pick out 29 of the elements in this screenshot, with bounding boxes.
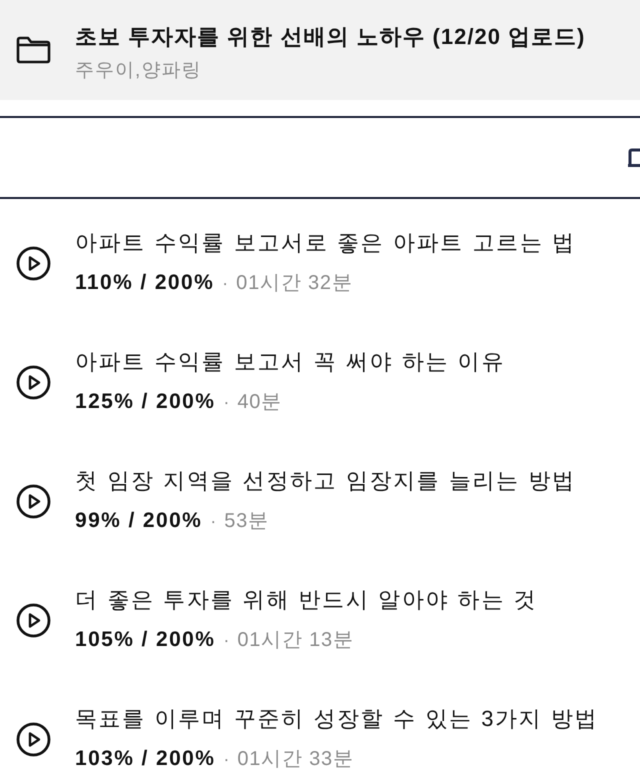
separator-dot: ·: [210, 510, 216, 533]
separator-dot: ·: [222, 272, 228, 295]
lecture-title[interactable]: 첫 임장 지역을 선정하고 임장지를 늘리는 방법: [75, 467, 576, 495]
folder-icon: [16, 36, 51, 64]
separator-dot: ·: [223, 629, 230, 652]
lecture-duration: 01시간 13분: [237, 628, 354, 653]
lecture-duration: 01시간 33분: [237, 747, 354, 772]
play-icon[interactable]: [16, 364, 51, 400]
folder-authors: 주우이,양파링: [75, 59, 202, 83]
progress-text: 105% / 200%: [75, 627, 216, 653]
lecture-title[interactable]: 더 좋은 투자를 위해 반드시 알아야 하는 것: [75, 586, 538, 614]
monitor-icon[interactable]: [628, 148, 640, 168]
progress-text: 110% / 200%: [75, 270, 214, 296]
separator-dot: ·: [223, 748, 230, 771]
play-icon[interactable]: [16, 484, 51, 518]
lecture-duration: 53분: [224, 509, 269, 534]
folder-title: 초보 투자자를 위한 선배의 노하우 (12/20 업로드): [75, 23, 586, 51]
lecture-duration: 40분: [237, 390, 282, 415]
progress-text: 125% / 200%: [75, 389, 216, 415]
play-icon[interactable]: [16, 246, 51, 280]
lecture-duration: 01시간 32분: [236, 271, 353, 296]
lecture-title[interactable]: 목표를 이루며 꾸준히 성장할 수 있는 3가지 방법: [75, 705, 598, 733]
lecture-title[interactable]: 아파트 수익률 보고서로 좋은 아파트 고르는 법: [75, 229, 576, 257]
play-icon[interactable]: [16, 602, 51, 638]
separator-dot: ·: [223, 391, 230, 414]
play-icon[interactable]: [16, 722, 51, 756]
progress-text: 103% / 200%: [75, 746, 216, 772]
lecture-title[interactable]: 아파트 수익률 보고서 꼭 써야 하는 이유: [75, 348, 505, 376]
progress-text: 99% / 200%: [75, 508, 202, 534]
